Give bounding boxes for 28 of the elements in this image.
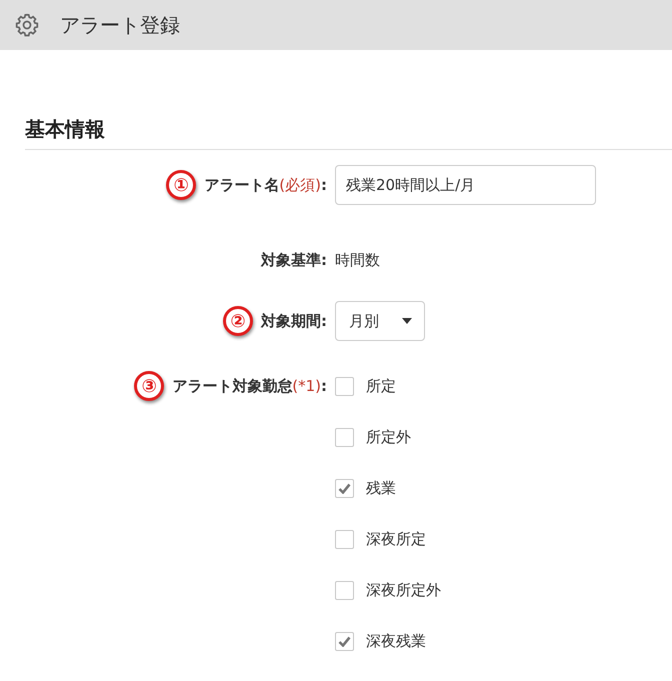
checkbox-label: 所定外 [366, 428, 411, 446]
checkbox-label: 残業 [366, 478, 396, 498]
field-label: アラート対象勤怠(*1): [172, 376, 327, 396]
check-icon [338, 636, 351, 646]
text-field[interactable]: 残業20時間以上/月 [335, 165, 596, 205]
checkbox-label: 所定 [366, 376, 396, 396]
checkbox[interactable] [335, 530, 354, 548]
step-marker: ② [223, 306, 253, 336]
field-label: アラート名(必須): [204, 176, 327, 194]
checkbox-label: 深夜所定 [366, 530, 426, 548]
page-title: アラート登録 [60, 12, 180, 38]
dropdown[interactable]: 月別 [335, 301, 425, 341]
checkbox[interactable] [335, 376, 354, 396]
field-label: 対象期間: [261, 312, 327, 330]
field-value: 時間数 [335, 251, 380, 269]
checkbox[interactable] [335, 632, 354, 650]
checkbox-label: 深夜残業 [366, 632, 426, 650]
section-title: 基本情報 [25, 117, 105, 141]
field-label: 対象基準: [261, 250, 327, 270]
caret-icon [402, 318, 412, 324]
settings-icon [14, 12, 40, 38]
step-marker: ③ [134, 371, 164, 401]
checkbox[interactable] [335, 428, 354, 446]
checkbox[interactable] [335, 478, 354, 498]
step-marker: ① [166, 170, 196, 200]
checkbox[interactable] [335, 580, 354, 600]
checkbox-label: 深夜所定外 [366, 580, 441, 600]
check-icon [338, 482, 351, 494]
